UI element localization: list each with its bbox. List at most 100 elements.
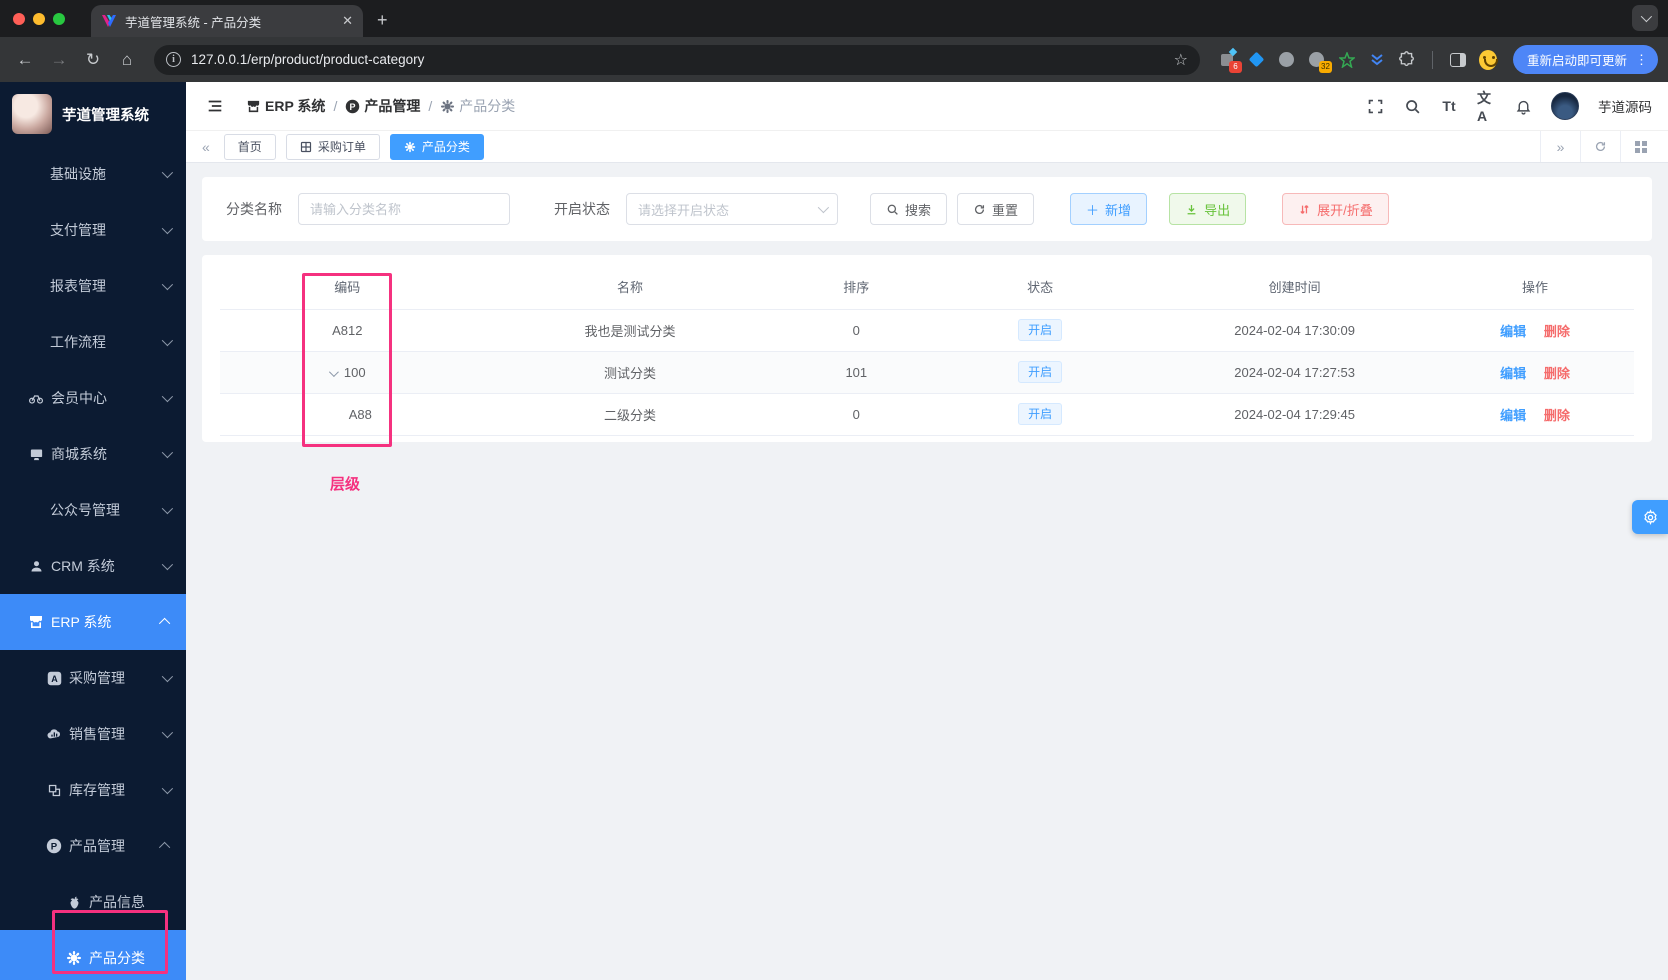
- window-controls: [0, 0, 79, 37]
- chevron-down-icon: [817, 201, 830, 214]
- search-icon[interactable]: [1403, 97, 1421, 115]
- sidebar-item-purchase-mgmt[interactable]: A 采购管理: [0, 650, 186, 706]
- home-button[interactable]: ⌂: [112, 45, 142, 75]
- extensions-puzzle-icon[interactable]: [1398, 51, 1416, 69]
- gear-icon: [441, 99, 455, 113]
- store-icon: [28, 614, 44, 630]
- category-name-input[interactable]: [298, 193, 510, 225]
- chevron-down-icon: [161, 334, 174, 347]
- back-button[interactable]: ←: [10, 45, 40, 75]
- expand-collapse-button[interactable]: 展开/折叠: [1282, 193, 1389, 225]
- reload-button[interactable]: ↻: [78, 45, 108, 75]
- sidebar-item-sales-mgmt[interactable]: 销售管理: [0, 706, 186, 762]
- fullscreen-icon[interactable]: [1366, 97, 1384, 115]
- site-info-icon[interactable]: i: [166, 52, 181, 67]
- tab-search-button[interactable]: [1632, 5, 1658, 31]
- tab-product-category[interactable]: 产品分类: [389, 133, 484, 160]
- table-row: A812 我也是测试分类 0 开启 2024-02-04 17:30:09 编辑…: [220, 309, 1634, 352]
- sidebar: 芋道管理系统 基础设施 支付管理 报表管理 工作流程 会员中心 商城系统 公众号…: [0, 82, 186, 980]
- forward-button[interactable]: →: [44, 45, 74, 75]
- sidebar-item-product-mgmt[interactable]: P 产品管理: [0, 818, 186, 874]
- extension-icon-1[interactable]: 6: [1218, 47, 1242, 73]
- sidebar-item-product-category[interactable]: 产品分类: [0, 930, 186, 980]
- user-name[interactable]: 芋道源码: [1598, 96, 1652, 116]
- extension-icon-2[interactable]: [1248, 51, 1266, 69]
- cell-code: A812: [220, 309, 475, 352]
- circle-p-icon: P: [46, 838, 62, 854]
- tabs-menu-grid-icon[interactable]: [1620, 131, 1660, 162]
- extension-icon-6[interactable]: [1368, 51, 1386, 69]
- delete-link[interactable]: 删除: [1544, 324, 1570, 339]
- sidebar-item-workflow[interactable]: 工作流程: [0, 314, 186, 370]
- search-icon: [887, 204, 898, 215]
- maximize-window-button[interactable]: [53, 12, 65, 25]
- cell-sort: 0: [785, 309, 927, 352]
- bookmark-star-icon[interactable]: ☆: [1174, 50, 1188, 70]
- extension-badge-red: 6: [1228, 60, 1242, 73]
- view-tabbar: « 首页 采购订单 产品分类 »: [186, 130, 1668, 163]
- extension-icon-4[interactable]: 32: [1308, 51, 1332, 73]
- tab-close-icon[interactable]: ✕: [342, 13, 353, 29]
- gear-icon: [404, 141, 416, 152]
- side-panel-icon[interactable]: [1449, 51, 1467, 69]
- add-button[interactable]: ＋ 新增: [1070, 193, 1148, 225]
- sidebar-item-official-account[interactable]: 公众号管理: [0, 482, 186, 538]
- expand-row-icon[interactable]: [328, 366, 339, 377]
- user-avatar[interactable]: [1551, 92, 1579, 120]
- bell-icon[interactable]: [1514, 97, 1532, 115]
- export-button[interactable]: 导出: [1169, 193, 1247, 225]
- apple-icon: [66, 894, 82, 910]
- settings-drawer-button[interactable]: [1632, 500, 1668, 534]
- annotation-label: 层级: [330, 476, 361, 493]
- cell-sort: 0: [785, 393, 927, 436]
- sidebar-item-crm-system[interactable]: CRM 系统: [0, 538, 186, 594]
- sidebar-item-report[interactable]: 报表管理: [0, 258, 186, 314]
- sidebar-item-erp-system[interactable]: ERP 系统: [0, 594, 186, 650]
- breadcrumb-product-mgmt[interactable]: P 产品管理: [345, 96, 420, 116]
- reset-button[interactable]: 重置: [957, 193, 1035, 225]
- url-bar[interactable]: i 127.0.0.1/erp/product/product-category…: [154, 44, 1200, 75]
- cell-sort: 101: [785, 351, 927, 394]
- sidebar-item-member-center[interactable]: 会员中心: [0, 370, 186, 426]
- hamburger-menu-icon[interactable]: [206, 97, 224, 115]
- tabs-scroll-left-icon[interactable]: «: [198, 139, 214, 155]
- cell-created: 2024-02-04 17:30:09: [1153, 309, 1437, 352]
- relaunch-update-button[interactable]: 重新启动即可更新 ⋮: [1512, 45, 1658, 74]
- sidebar-item-payment[interactable]: 支付管理: [0, 202, 186, 258]
- extension-icon-5[interactable]: [1338, 51, 1356, 69]
- table-section: 编码 名称 排序 状态 创建时间 操作 A812 我也是测试分类 0 开启 20…: [202, 255, 1652, 493]
- sidebar-logo-row[interactable]: 芋道管理系统: [0, 82, 186, 146]
- sidebar-item-mall-system[interactable]: 商城系统: [0, 426, 186, 482]
- minimize-window-button[interactable]: [33, 12, 45, 25]
- app-title: 芋道管理系统: [62, 107, 149, 124]
- sidebar-item-inventory-mgmt[interactable]: 库存管理: [0, 762, 186, 818]
- close-window-button[interactable]: [13, 12, 25, 25]
- font-size-icon[interactable]: Tt: [1440, 97, 1458, 115]
- delete-link[interactable]: 删除: [1544, 366, 1570, 381]
- svg-text:A: A: [51, 673, 58, 683]
- chevron-down-icon: [1640, 10, 1653, 23]
- delete-link[interactable]: 删除: [1544, 408, 1570, 423]
- edit-link[interactable]: 编辑: [1500, 324, 1526, 339]
- edit-link[interactable]: 编辑: [1500, 408, 1526, 423]
- breadcrumb-erp[interactable]: ERP 系统: [246, 96, 325, 116]
- new-tab-button[interactable]: +: [377, 10, 388, 31]
- edit-link[interactable]: 编辑: [1500, 366, 1526, 381]
- tabs-scroll-right-icon[interactable]: »: [1540, 131, 1580, 162]
- col-name: 名称: [474, 265, 786, 310]
- col-status: 状态: [926, 265, 1154, 310]
- favicon-yudao-logo: [102, 15, 116, 27]
- sidebar-item-product-info[interactable]: 产品信息: [0, 874, 186, 930]
- search-button[interactable]: 搜索: [870, 193, 948, 225]
- tab-home[interactable]: 首页: [223, 133, 276, 160]
- profile-avatar[interactable]: [1478, 49, 1498, 70]
- tabs-refresh-icon[interactable]: [1580, 131, 1620, 162]
- cell-name: 测试分类: [474, 351, 786, 394]
- sidebar-item-infrastructure[interactable]: 基础设施: [0, 146, 186, 202]
- browser-menu-icon[interactable]: ⋮: [1635, 52, 1648, 68]
- status-select[interactable]: 请选择开启状态: [626, 193, 838, 225]
- translate-icon[interactable]: 文A: [1477, 90, 1495, 124]
- extension-icon-3[interactable]: [1278, 51, 1296, 69]
- browser-tab[interactable]: 芋道管理系统 - 产品分类 ✕: [91, 5, 363, 37]
- tab-purchase-order[interactable]: 采购订单: [285, 133, 380, 160]
